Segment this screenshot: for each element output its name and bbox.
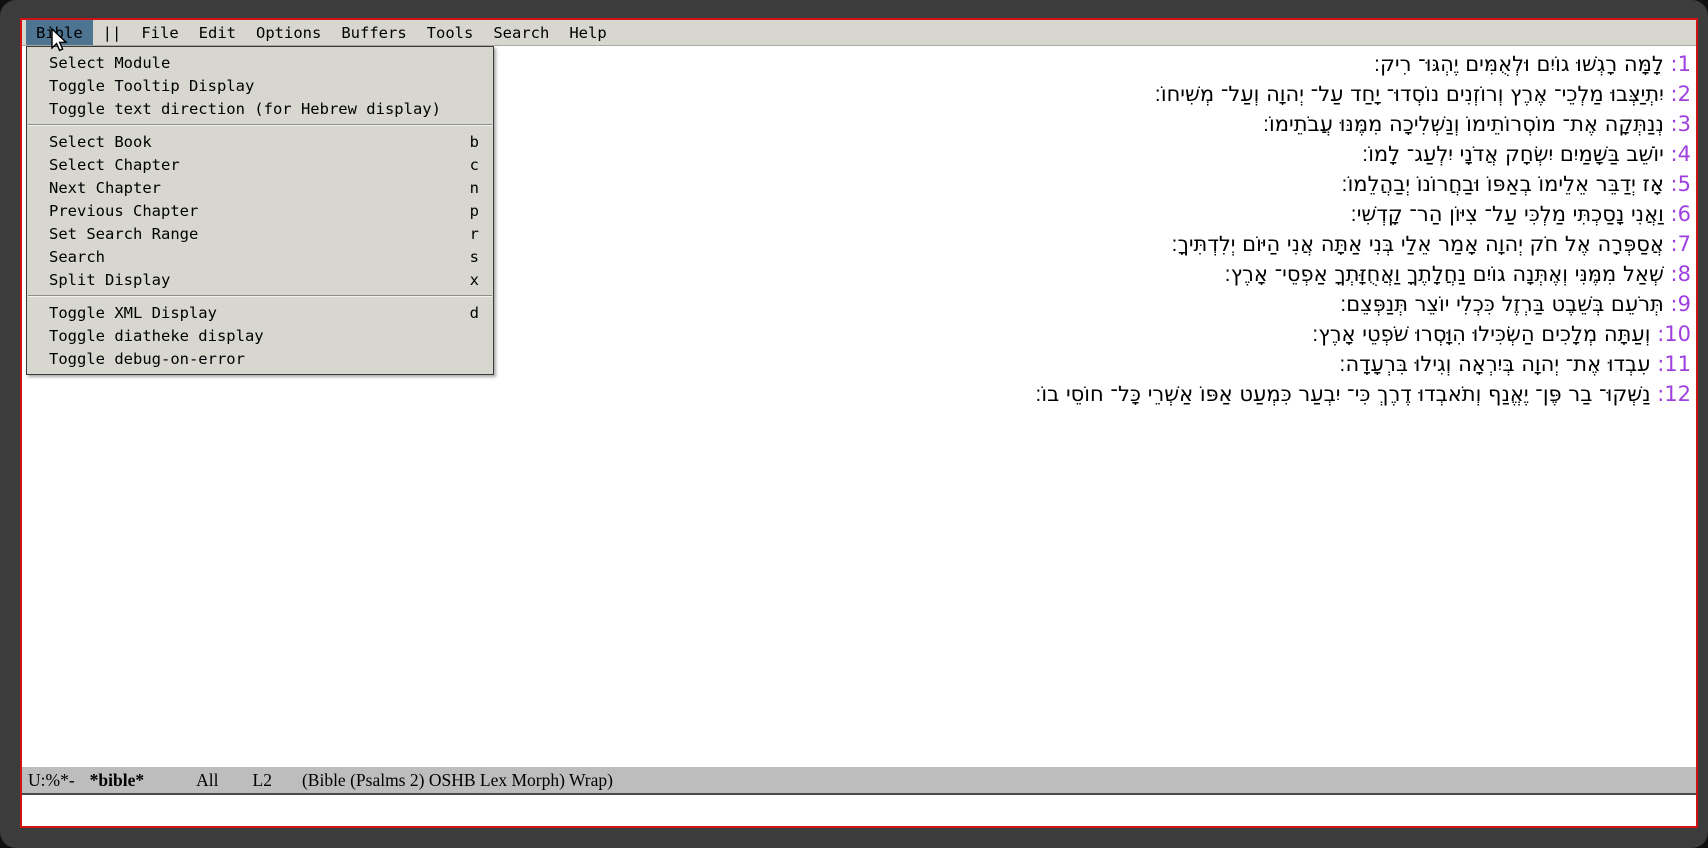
verse-text: נְנַתְּקָה אֶת־ מוֹסְרוֹתֵימוֹ וְנַשְׁלִ… (1263, 112, 1664, 136)
menu-item-label: Split Display (49, 271, 170, 289)
menu-item-shortcut: p (470, 202, 479, 220)
menu-separator: || (93, 20, 132, 45)
menu-item-label: Toggle diatheke display (49, 327, 264, 345)
modeline-buffer-name: *bible* (90, 770, 144, 791)
menu-bible[interactable]: Bible (26, 20, 93, 45)
verse-text: נַשְּׁקוּ־ בַר פֶּן־ יֶאֱנַף וְתֹאבְדוּ … (1035, 382, 1650, 406)
menu-item-shortcut: b (470, 133, 479, 151)
menu-item-label: Select Chapter (49, 156, 180, 174)
menu-item-select-book[interactable]: Select Book b (27, 130, 493, 153)
verse-text: אָז יְדַבֵּר אֵלֵימוֹ בְאַפּוֹ וּבַחֲרוֹ… (1341, 172, 1663, 196)
modeline-major-modes: (Bible (Psalms 2) OSHB Lex Morph) Wrap) (302, 770, 613, 791)
menu-item-label: Search (49, 248, 105, 266)
menu-separator-line (28, 124, 492, 126)
menu-item-toggle-diatheke-display[interactable]: Toggle diatheke display (27, 324, 493, 347)
verse-text: יוֹשֵׁב בַּשָּׁמַיִם יִשְׂחָק אֲדֹנָי יִ… (1362, 142, 1664, 166)
menu-item-split-display[interactable]: Split Display x (27, 268, 493, 291)
menu-item-shortcut: n (470, 179, 479, 197)
verse-number: 3: (1671, 112, 1691, 136)
menu-item-next-chapter[interactable]: Next Chapter n (27, 176, 493, 199)
menu-tools[interactable]: Tools (417, 20, 484, 45)
verse-number: 1: (1671, 52, 1691, 76)
menu-item-label: Select Book (49, 133, 152, 151)
menu-edit[interactable]: Edit (189, 20, 246, 45)
menu-item-toggle-tooltip-display[interactable]: Toggle Tooltip Display (27, 74, 493, 97)
verse-text: אֲסַפְּרָה אֶל חֹק יְהוָה אָמַר אֵלַי בְ… (1171, 232, 1663, 256)
menu-item-label: Toggle Tooltip Display (49, 77, 254, 95)
menu-item-shortcut: c (470, 156, 479, 174)
verse-number: 12: (1657, 382, 1691, 406)
verse-text: שְׁאַל מִמֶּנִּי וְאֶתְּנָה גוֹיִם נַחֲל… (1225, 262, 1664, 286)
menu-item-label: Toggle debug-on-error (49, 350, 245, 368)
menu-item-toggle-debug-on-error[interactable]: Toggle debug-on-error (27, 347, 493, 370)
desktop-background: Bible || File Edit Options Buffers Tools… (0, 0, 1708, 848)
verse-number: 7: (1671, 232, 1691, 256)
verse-number: 2: (1671, 82, 1691, 106)
menu-search[interactable]: Search (483, 20, 559, 45)
verse-number: 10: (1657, 322, 1691, 346)
menu-item-shortcut: r (470, 225, 479, 243)
modeline-line-number: L2 (253, 770, 272, 791)
menu-separator-line (28, 295, 492, 297)
menu-item-label: Select Module (49, 54, 170, 72)
menu-item-label: Next Chapter (49, 179, 161, 197)
menu-item-label: Previous Chapter (49, 202, 198, 220)
menu-item-search[interactable]: Search s (27, 245, 493, 268)
menu-item-label: Toggle XML Display (49, 304, 217, 322)
menu-help[interactable]: Help (559, 20, 616, 45)
verse-number: 8: (1671, 262, 1691, 286)
menu-item-label: Set Search Range (49, 225, 198, 243)
verse-number: 11: (1657, 352, 1691, 376)
verse-text: תְּרֹעֵם בְּשֵׁבֶט בַּרְזֶל כִּכְלִי יוֹ… (1340, 292, 1664, 316)
verse-number: 9: (1671, 292, 1691, 316)
menu-item-shortcut: x (470, 271, 479, 289)
menu-item-shortcut: s (470, 248, 479, 266)
menu-item-toggle-text-direction[interactable]: Toggle text direction (for Hebrew displa… (27, 97, 493, 120)
verse-text: יִתְיַצְּבוּ מַלְכֵי־ אֶרֶץ וְרוֹזְנִים … (1155, 82, 1664, 106)
verse-text: לָמָּה רָגְשׁוּ גוֹיִם וּלְאֻמִּים יֶהְג… (1374, 52, 1664, 76)
verse-line-12: 12: נַשְּׁקוּ־ בַר פֶּן־ יֶאֱנַף וְתֹאבְ… (22, 379, 1691, 409)
menu-options[interactable]: Options (246, 20, 331, 45)
menu-item-set-search-range[interactable]: Set Search Range r (27, 222, 493, 245)
menu-item-select-chapter[interactable]: Select Chapter c (27, 153, 493, 176)
menu-buffers[interactable]: Buffers (331, 20, 416, 45)
menu-item-select-module[interactable]: Select Module (27, 51, 493, 74)
menu-item-shortcut: d (470, 304, 479, 322)
modeline-coding-flags: U:%*- (28, 770, 75, 791)
echo-area[interactable] (22, 795, 1696, 826)
verse-text: וַאֲנִי נָסַכְתִּי מַלְכִּי עַל־ צִיּוֹן… (1351, 202, 1664, 226)
modeline-position: All (196, 770, 218, 791)
emacs-window: Bible || File Edit Options Buffers Tools… (20, 18, 1698, 828)
menu-file[interactable]: File (131, 20, 188, 45)
verse-number: 4: (1671, 142, 1691, 166)
menu-item-toggle-xml-display[interactable]: Toggle XML Display d (27, 301, 493, 324)
verse-number: 6: (1671, 202, 1691, 226)
verse-text: עִבְדוּ אֶת־ יְהוָה בְּיִרְאָה וְגִילוּ … (1339, 352, 1650, 376)
menu-item-previous-chapter[interactable]: Previous Chapter p (27, 199, 493, 222)
verse-text: וְעַתָּה מְלָכִים הַשְׂכִּילוּ הִוָּסְרו… (1312, 322, 1650, 346)
verse-number: 5: (1671, 172, 1691, 196)
bible-menu-dropdown: Select Module Toggle Tooltip Display Tog… (26, 46, 494, 375)
mode-line[interactable]: U:%*- *bible* All L2 (Bible (Psalms 2) O… (22, 767, 1696, 795)
menu-item-label: Toggle text direction (for Hebrew displa… (49, 100, 441, 118)
menu-bar: Bible || File Edit Options Buffers Tools… (22, 20, 1696, 46)
